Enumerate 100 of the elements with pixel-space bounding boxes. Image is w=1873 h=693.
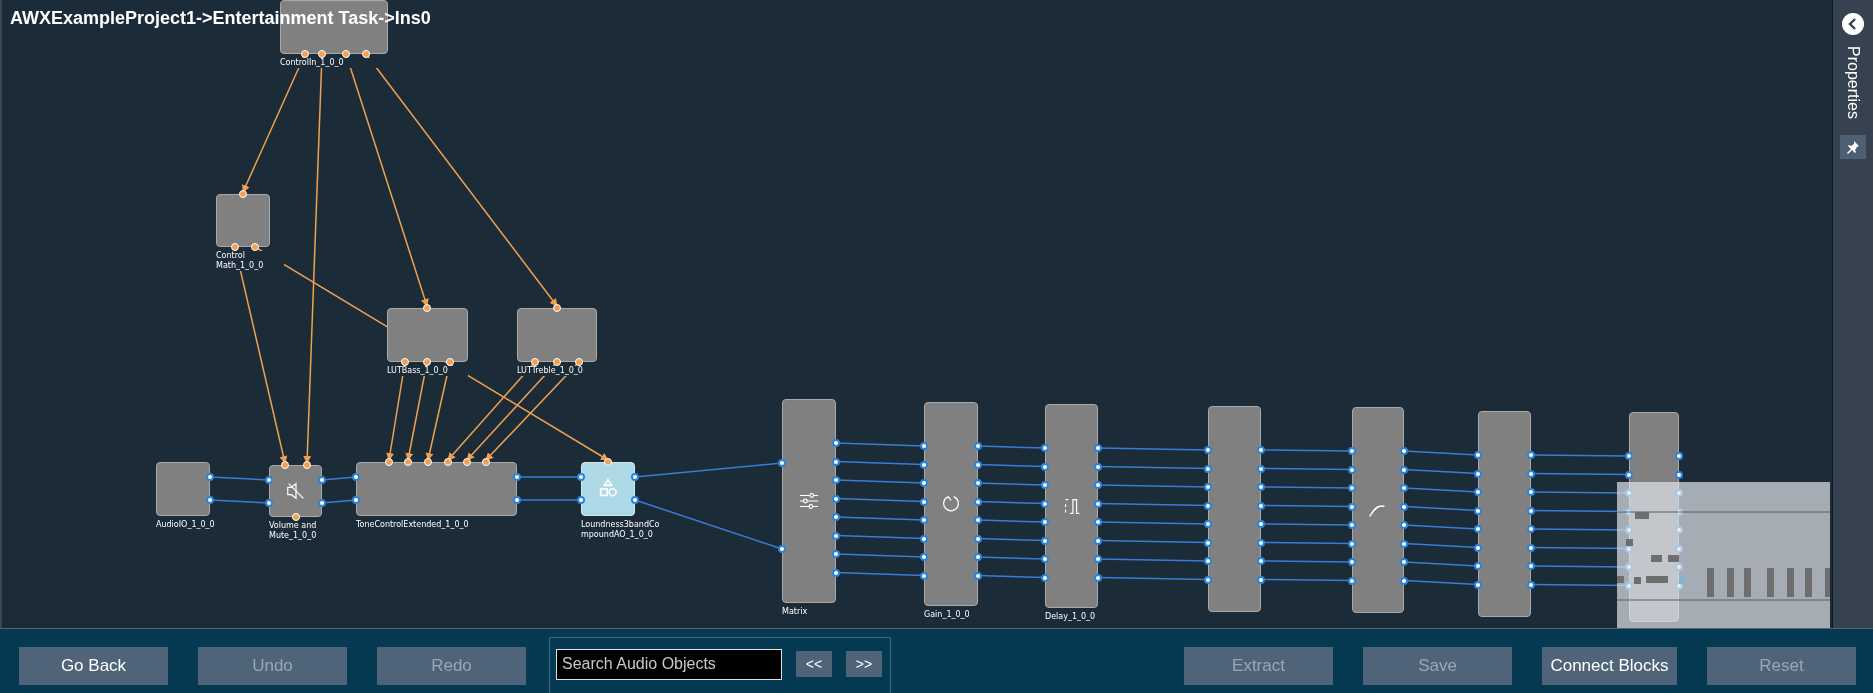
port[interactable] [1348, 465, 1356, 474]
port[interactable] [1400, 502, 1408, 511]
port[interactable] [1094, 481, 1102, 489]
port[interactable] [1527, 580, 1535, 589]
port[interactable] [920, 479, 928, 487]
port[interactable] [832, 568, 840, 577]
port[interactable] [352, 473, 360, 481]
port[interactable] [974, 571, 982, 580]
port[interactable] [832, 513, 840, 521]
port[interactable] [1675, 470, 1683, 479]
collapse-icon[interactable] [1841, 12, 1865, 36]
port[interactable] [1527, 525, 1535, 533]
port[interactable] [1625, 452, 1633, 460]
port[interactable] [513, 496, 521, 504]
port[interactable] [1094, 444, 1102, 452]
port[interactable] [1474, 580, 1482, 589]
port[interactable] [920, 460, 928, 469]
port[interactable] [577, 473, 585, 481]
port[interactable] [1041, 462, 1049, 471]
port[interactable] [1094, 573, 1102, 582]
port[interactable] [265, 499, 273, 507]
port[interactable] [920, 497, 928, 506]
port[interactable] [1041, 536, 1049, 545]
previous-button[interactable]: << [796, 651, 832, 677]
port[interactable] [1527, 469, 1535, 478]
port[interactable] [1625, 470, 1633, 479]
port[interactable] [832, 494, 840, 503]
port[interactable] [352, 496, 360, 504]
port[interactable] [1204, 483, 1212, 491]
port[interactable] [577, 496, 585, 504]
port[interactable] [832, 457, 840, 466]
port[interactable] [1527, 562, 1535, 570]
port[interactable] [1675, 452, 1683, 460]
port[interactable] [1257, 483, 1265, 491]
port[interactable] [1204, 538, 1212, 547]
port[interactable] [206, 473, 214, 481]
next-button[interactable]: >> [846, 651, 882, 677]
port[interactable] [318, 499, 326, 507]
port[interactable] [920, 553, 928, 561]
port[interactable] [832, 550, 840, 558]
port[interactable] [1204, 464, 1212, 473]
port[interactable] [1041, 499, 1049, 508]
port[interactable] [1041, 555, 1049, 563]
port[interactable] [1474, 506, 1482, 515]
port[interactable] [920, 571, 928, 580]
port[interactable] [1257, 575, 1265, 584]
port[interactable] [1400, 484, 1408, 492]
port[interactable] [832, 476, 840, 484]
port[interactable] [1204, 446, 1212, 454]
port[interactable] [1474, 451, 1482, 459]
port[interactable] [1094, 555, 1102, 563]
toolbar-button[interactable]: Connect Blocks [1542, 647, 1677, 685]
port[interactable] [1257, 501, 1265, 510]
port[interactable] [832, 531, 840, 540]
port[interactable] [1527, 543, 1535, 552]
port[interactable] [1257, 538, 1265, 547]
port[interactable] [1474, 469, 1482, 478]
port[interactable] [1527, 451, 1535, 459]
port[interactable] [1094, 499, 1102, 508]
port[interactable] [832, 439, 840, 447]
port[interactable] [920, 442, 928, 450]
port[interactable] [1348, 447, 1356, 455]
port[interactable] [1257, 520, 1265, 528]
port[interactable] [974, 442, 982, 450]
port[interactable] [1041, 518, 1049, 526]
port[interactable] [1204, 575, 1212, 584]
port[interactable] [1204, 501, 1212, 510]
port[interactable] [1348, 502, 1356, 511]
port[interactable] [974, 553, 982, 561]
port[interactable] [1348, 539, 1356, 548]
port[interactable] [1348, 521, 1356, 529]
port[interactable] [1204, 520, 1212, 528]
port[interactable] [631, 496, 639, 504]
port[interactable] [1348, 558, 1356, 566]
port[interactable] [1257, 557, 1265, 565]
port[interactable] [1474, 543, 1482, 552]
toolbar-button[interactable]: Go Back [19, 647, 168, 685]
port[interactable] [1204, 557, 1212, 565]
port[interactable] [1474, 488, 1482, 496]
port[interactable] [1041, 481, 1049, 489]
port[interactable] [1474, 525, 1482, 533]
port[interactable] [1400, 576, 1408, 585]
port[interactable] [1400, 465, 1408, 474]
port[interactable] [1041, 573, 1049, 582]
search-field[interactable]: Search Audio Objects [556, 648, 782, 680]
port[interactable] [1474, 562, 1482, 570]
port[interactable] [974, 516, 982, 524]
port[interactable] [974, 497, 982, 506]
port[interactable] [1257, 446, 1265, 454]
port[interactable] [1400, 539, 1408, 548]
port[interactable] [206, 496, 214, 504]
port[interactable] [778, 545, 786, 553]
port[interactable] [1348, 484, 1356, 492]
port[interactable] [778, 459, 786, 467]
port[interactable] [1348, 576, 1356, 585]
panel-title[interactable]: Properties [1844, 46, 1862, 119]
port[interactable] [1400, 558, 1408, 566]
port[interactable] [974, 479, 982, 487]
port[interactable] [513, 473, 521, 481]
port[interactable] [1527, 506, 1535, 515]
